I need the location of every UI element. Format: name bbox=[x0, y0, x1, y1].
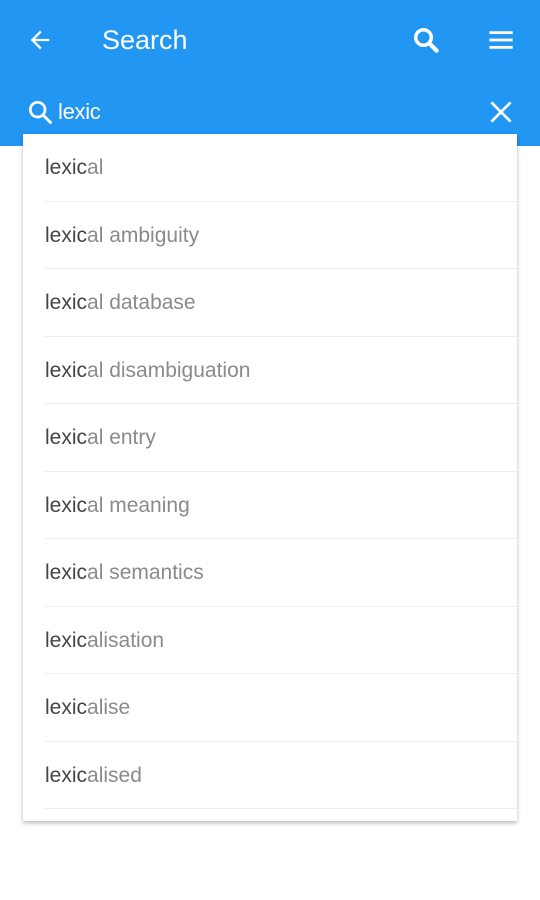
suggestion-label: lexical bbox=[45, 156, 103, 180]
suggestion-match-text: lexic bbox=[45, 696, 88, 719]
suggestion-completion-text: al disambiguation bbox=[87, 358, 251, 382]
suggestion-completion-text: al bbox=[87, 156, 104, 179]
suggestion-completion-text: al semantics bbox=[87, 561, 204, 584]
suggestion-match-text: lexic bbox=[45, 426, 88, 449]
arrow-left-icon bbox=[30, 30, 50, 50]
suggestion-completion-text: al entry bbox=[87, 426, 156, 449]
suggestions-dropdown: lexical lexical ambiguity lexical databa… bbox=[23, 134, 517, 821]
menu-button[interactable] bbox=[477, 16, 525, 64]
suggestion-item[interactable]: lexical database bbox=[45, 269, 517, 337]
suggestion-label: lexical database bbox=[45, 291, 196, 315]
suggestion-label: lexical disambiguation bbox=[45, 359, 250, 383]
suggestion-item[interactable]: lexical ambiguity bbox=[45, 202, 517, 269]
suggestion-match-text: lexic bbox=[45, 156, 88, 179]
suggestion-item[interactable]: lexicalised bbox=[45, 742, 517, 809]
suggestion-label: lexical meaning bbox=[45, 494, 190, 518]
suggestion-match-text: lexic bbox=[45, 628, 88, 652]
search-screen: Search lexic lexical lexical ambiguity l… bbox=[0, 0, 540, 900]
suggestion-label: lexical ambiguity bbox=[45, 224, 199, 248]
suggestion-label: lexicalise bbox=[45, 696, 130, 720]
suggestion-completion-text: al database bbox=[87, 291, 196, 314]
search-icon bbox=[28, 100, 52, 124]
back-button[interactable] bbox=[16, 16, 64, 64]
suggestion-item[interactable]: lexicalise bbox=[45, 674, 517, 742]
search-icon bbox=[414, 28, 439, 53]
suggestion-label: lexicalisation bbox=[45, 629, 164, 653]
suggestion-label: lexicalised bbox=[45, 764, 142, 788]
suggestion-item[interactable]: lexical entry bbox=[45, 404, 517, 472]
suggestion-item[interactable]: lexical semantics bbox=[45, 539, 517, 607]
suggestion-match-text: lexic bbox=[45, 223, 88, 247]
suggestion-item[interactable]: lexical meaning bbox=[45, 472, 517, 539]
suggestion-label: lexical entry bbox=[45, 426, 156, 450]
suggestion-completion-text: alised bbox=[87, 763, 142, 787]
suggestion-item[interactable]: lexicalisation bbox=[45, 607, 517, 674]
suggestion-item[interactable]: lexical bbox=[45, 134, 517, 202]
clear-search-button[interactable] bbox=[478, 88, 524, 136]
search-input[interactable] bbox=[58, 96, 458, 128]
close-icon bbox=[490, 101, 512, 123]
suggestion-match-text: lexic bbox=[45, 763, 88, 787]
hamburger-menu-icon bbox=[489, 31, 513, 49]
search-button[interactable] bbox=[402, 16, 450, 64]
search-bar bbox=[0, 88, 540, 136]
suggestion-match-text: lexic bbox=[45, 493, 88, 517]
suggestion-completion-text: al meaning bbox=[87, 493, 190, 517]
suggestion-match-text: lexic bbox=[45, 291, 88, 314]
toolbar: Search bbox=[0, 0, 540, 80]
suggestion-label: lexical semantics bbox=[45, 561, 204, 585]
suggestion-completion-text: al ambiguity bbox=[87, 223, 200, 247]
suggestion-completion-text: alisation bbox=[87, 628, 165, 652]
suggestion-completion-text: alise bbox=[87, 696, 131, 719]
app-header: Search bbox=[0, 0, 540, 146]
suggestion-item[interactable]: lexical disambiguation bbox=[45, 337, 517, 404]
page-title: Search bbox=[102, 25, 188, 55]
suggestion-match-text: lexic bbox=[45, 561, 88, 584]
suggestion-match-text: lexic bbox=[45, 358, 88, 382]
